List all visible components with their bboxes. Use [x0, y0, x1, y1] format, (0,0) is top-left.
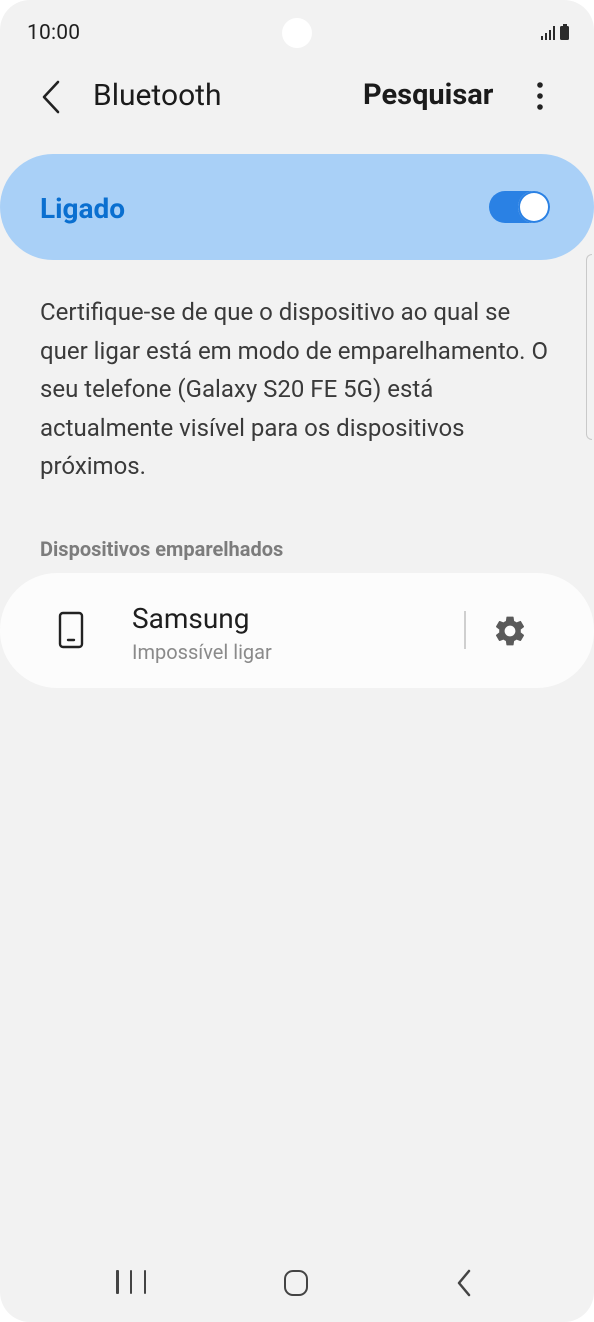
page-title: Bluetooth	[93, 78, 222, 113]
navigation-bar	[0, 1250, 594, 1322]
status-icons	[541, 24, 569, 40]
chevron-left-icon	[42, 80, 60, 114]
phone-screen: 10:00 Bluetooth Pesquisar Ligado Certifi…	[0, 0, 594, 1322]
search-button[interactable]: Pesquisar	[363, 78, 493, 112]
bluetooth-switch[interactable]	[489, 190, 551, 224]
more-options-button[interactable]	[522, 74, 558, 118]
nav-back-button[interactable]	[452, 1268, 476, 1298]
pairing-description: Certifique-se de que o dispositivo ao qu…	[40, 298, 548, 480]
front-camera-cutout	[282, 18, 312, 48]
app-bar: Bluetooth Pesquisar	[0, 60, 594, 132]
recents-icon	[116, 1270, 119, 1294]
back-button[interactable]	[30, 76, 72, 118]
status-time: 10:00	[27, 21, 81, 45]
recent-apps-button[interactable]	[116, 1270, 146, 1296]
paired-device-item[interactable]: Samsung Impossível ligar	[0, 573, 594, 688]
bluetooth-status-label: Ligado	[40, 192, 126, 225]
back-arrow-icon	[457, 1269, 471, 1297]
switch-knob	[518, 191, 550, 223]
bluetooth-toggle-card[interactable]: Ligado	[0, 154, 594, 260]
signal-icon	[541, 25, 555, 40]
device-settings-button[interactable]	[490, 611, 530, 651]
battery-icon	[560, 24, 569, 40]
home-button[interactable]	[284, 1270, 308, 1296]
more-vertical-icon	[537, 82, 543, 110]
status-bar: 10:00	[0, 0, 594, 60]
device-name: Samsung	[132, 602, 250, 635]
device-status: Impossível ligar	[132, 640, 272, 664]
smartphone-icon	[58, 611, 84, 649]
paired-devices-header: Dispositivos emparelhados	[40, 537, 284, 561]
scroll-indicator	[586, 254, 592, 440]
divider	[464, 611, 466, 649]
gear-icon	[495, 616, 525, 646]
